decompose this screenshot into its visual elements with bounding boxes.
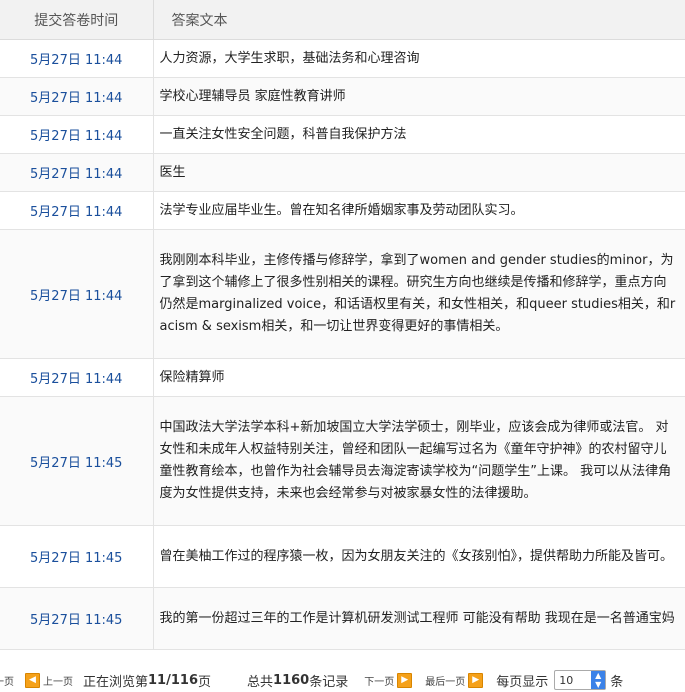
answer-text-cell: 曾在美柚工作过的程序猿一枚，因为女朋友关注的《女孩别怕》，提供帮助力所能及皆可。: [153, 525, 685, 588]
submit-time-cell: 5月27日 11:45: [0, 396, 154, 526]
last-page-arrow-icon[interactable]: ▶: [468, 672, 484, 688]
table-row: 5月27日 11:44 保险精算师: [0, 358, 685, 397]
submit-time-cell: 5月27日 11:44: [0, 358, 154, 397]
answer-text-cell: 医生: [153, 153, 685, 192]
table-row: 5月27日 11:45 我的第一份超过三年的工作是计算机研发测试工程师 可能没有…: [0, 587, 685, 650]
table-row: 5月27日 11:45 曾在美柚工作过的程序猿一枚，因为女朋友关注的《女孩别怕》…: [0, 525, 685, 588]
select-updown-icon[interactable]: ▲ ▼: [591, 671, 606, 689]
submit-time-cell: 5月27日 11:44: [0, 153, 154, 192]
next-page-arrow-icon[interactable]: ▶: [397, 672, 413, 688]
submit-time-cell: 5月27日 11:45: [0, 587, 154, 650]
answer-text-cell: 人力资源，大学生求职，基础法务和心理咨询: [153, 39, 685, 78]
table-row: 5月27日 11:44 医生: [0, 153, 685, 192]
answers-table: 提交答卷时间 答案文本 5月27日 11:44 人力资源，大学生求职，基础法务和…: [0, 0, 685, 650]
table-row: 5月27日 11:44 一直关注女性安全问题，科普自我保护方法: [0, 115, 685, 154]
submit-time-cell: 5月27日 11:44: [0, 77, 154, 116]
column-header-time[interactable]: 提交答卷时间: [0, 0, 154, 40]
current-page-indicator: 11/116: [148, 672, 198, 688]
answer-text-cell: 一直关注女性安全问题，科普自我保护方法: [153, 115, 685, 154]
next-page-link[interactable]: 下一页: [364, 673, 394, 688]
prev-page-arrow-icon[interactable]: ◀: [25, 672, 40, 688]
submit-time-cell: 5月27日 11:44: [0, 39, 154, 78]
table-row: 5月27日 11:44 学校心理辅导员 家庭性教育讲师: [0, 77, 685, 116]
column-header-text[interactable]: 答案文本: [153, 0, 685, 40]
prev-page-link[interactable]: 上一页: [43, 673, 73, 688]
table-row: 5月27日 11:45 中国政法大学法学本科+新加坡国立大学法学硕士，刚毕业，应…: [0, 396, 685, 526]
table-header-row: 提交答卷时间 答案文本: [0, 0, 685, 40]
first-page-link[interactable]: 一页: [0, 673, 14, 688]
answer-text-cell: 我的第一份超过三年的工作是计算机研发测试工程师 可能没有帮助 我现在是一名普通宝…: [153, 587, 685, 650]
page-size-label: 每页显示: [496, 674, 549, 690]
submit-time-cell: 5月27日 11:45: [0, 525, 154, 588]
pagination-bar: 一页 ◀ 上一页 正在浏览第11/116页 总共1160条记录 下一页 ▶ 最后…: [0, 668, 623, 692]
submit-time-cell: 5月27日 11:44: [0, 191, 154, 230]
answer-text-cell: 我刚刚本科毕业，主修传播与修辞学，拿到了women and gender stu…: [153, 229, 685, 359]
answer-text-cell: 法学专业应届毕业生。曾在知名律所婚姻家事及劳动团队实习。: [153, 191, 685, 230]
table-row: 5月27日 11:44 人力资源，大学生求职，基础法务和心理咨询: [0, 39, 685, 78]
total-prefix: 总共: [247, 674, 274, 690]
page-size-suffix: 条: [610, 674, 624, 690]
browse-suffix: 页: [198, 674, 212, 690]
submit-time-cell: 5月27日 11:44: [0, 115, 154, 154]
table-row: 5月27日 11:44 我刚刚本科毕业，主修传播与修辞学，拿到了women an…: [0, 229, 685, 359]
answer-text-cell: 学校心理辅导员 家庭性教育讲师: [153, 77, 685, 116]
submit-time-cell: 5月27日 11:44: [0, 229, 154, 359]
page-size-select[interactable]: 10 ▲ ▼: [554, 670, 607, 690]
total-suffix: 条记录: [309, 674, 349, 690]
answer-text-cell: 保险精算师: [153, 358, 685, 397]
table-row: 5月27日 11:44 法学专业应届毕业生。曾在知名律所婚姻家事及劳动团队实习。: [0, 191, 685, 230]
page-size-value: 10: [559, 673, 574, 687]
total-records-count: 1160: [273, 672, 310, 688]
last-page-link[interactable]: 最后一页: [425, 673, 465, 688]
answer-text-cell: 中国政法大学法学本科+新加坡国立大学法学硕士，刚毕业，应该会成为律师或法官。 对…: [153, 396, 685, 526]
browse-prefix: 正在浏览第: [83, 674, 149, 690]
